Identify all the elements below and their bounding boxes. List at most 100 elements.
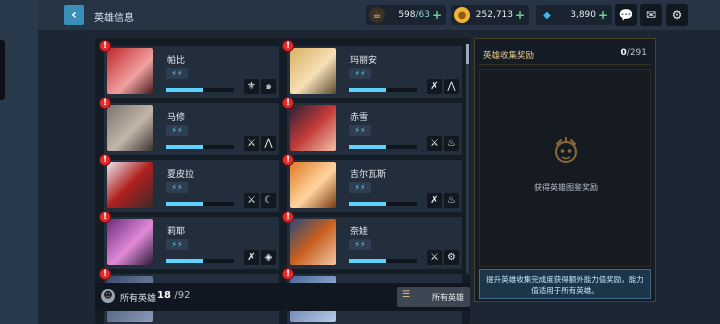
wing-icon: ⚜ [244,79,259,94]
star-badge: ⚡⚡ [349,182,371,193]
hero-name: 玛丽安 [350,56,378,66]
stamina-value: 598/63 [398,10,430,20]
star-badge: ⚡⚡ [349,125,371,136]
add-diamond-icon[interactable]: + [598,8,608,22]
filter-button[interactable]: ☰ 所有英雄 [397,287,470,307]
hero-name: 帕比 [167,56,186,66]
mail-button[interactable]: ✉ [640,4,662,26]
hero-portrait [290,162,336,208]
star-badge: ⚡⚡ [166,125,188,136]
scrollbar-thumb[interactable] [466,44,469,64]
left-bezel [0,0,38,324]
hero-progress-bar [349,145,417,149]
hero-card-marianne[interactable]: ! 玛丽安 ⚡⚡ ✗ ⋀ [282,40,462,98]
diamond-rune-icon: ◈ [261,250,276,265]
empty-reward-emblem-icon [555,137,577,163]
reward-count: 0/291 [620,48,647,58]
stamina-resource[interactable]: ☕ 598/63 + [366,5,446,25]
gold-value: 252,713 [475,10,513,20]
crossed-swords-icon: ⚔ [244,136,259,151]
alert-icon: ! [282,40,294,52]
coffee-cup-icon: ☕ [369,7,385,23]
chat-button[interactable]: 💬 [615,4,637,26]
top-bar: ‹ 英雄信息 ☕ 598/63 + ● 252,713 + ◆ 3,890 + … [38,0,720,30]
divider [479,64,651,65]
page-title: 英雄信息 [94,13,134,24]
moon-icon: ☾ [261,193,276,208]
alert-icon: ! [282,154,294,166]
alert-icon: ! [99,268,111,280]
crossed-swords-icon: ⚔ [427,250,442,265]
hero-portrait [107,219,153,265]
hero-progress-bar [166,202,234,206]
swirl-icon: ๑ [261,79,276,94]
settings-gear-icon: ⚙ [671,8,683,22]
hero-name: 奈娃 [350,227,369,237]
crossed-arrows-icon: ✗ [427,79,442,94]
hero-name: 赤雪 [350,113,369,123]
hero-card-pabi[interactable]: ! 帕比 ⚡⚡ ⚜ ๑ [99,40,279,98]
hero-progress-bar [349,88,417,92]
gold-coin-icon: ● [454,7,470,23]
alert-icon: ! [282,97,294,109]
flame-icon: ♨ [444,193,459,208]
hero-progress-bar [166,88,234,92]
hero-card-liye[interactable]: ! 莉耶 ⚡⚡ ✗ ◈ [99,211,279,269]
add-stamina-icon[interactable]: + [432,8,442,22]
hero-list-panel[interactable]: ! 帕比 ⚡⚡ ⚜ ๑ ! 玛丽安 ⚡⚡ ✗ ⋀ ! 马修 ⚡⚡ ⚔ ⋀ ! 赤… [95,38,470,324]
flame-icon: ♨ [444,136,459,151]
star-badge: ⚡⚡ [349,239,371,250]
reward-list: 获得英雄图鉴奖励 [479,69,651,267]
reward-description: 提升英雄收集完成度获得额外能力值奖励，能力值适用于所有英雄。 [479,269,651,299]
hero-progress-bar [349,202,417,206]
filter-icon: ☰ [402,290,411,300]
diamond-value: 3,890 [570,10,596,20]
hero-name: 吉尔瓦斯 [350,170,387,180]
filter-label: 所有英雄 [432,293,464,302]
reward-hint: 获得英雄图鉴奖励 [534,183,598,192]
hero-name: 马修 [167,113,186,123]
hero-portrait [290,105,336,151]
hero-name: 夏皮拉 [167,170,195,180]
gear-icon: ⚙ [444,250,459,265]
alert-icon: ! [99,154,111,166]
star-badge: ⚡⚡ [166,182,188,193]
hero-portrait [107,105,153,151]
mountain-icon: ⋀ [444,79,459,94]
gold-resource[interactable]: ● 252,713 + [451,5,529,25]
hero-card-chixue[interactable]: ! 赤雪 ⚡⚡ ⚔ ♨ [282,97,462,155]
footer-label: 所有英雄 [120,294,157,304]
alert-icon: ! [282,211,294,223]
hero-list-footer: ☻ 所有英雄 18 /92 ☰ 所有英雄 [95,283,470,311]
hero-portrait [290,219,336,265]
hero-name: 莉耶 [167,227,186,237]
diamond-resource[interactable]: ◆ 3,890 + [536,5,612,25]
crossed-swords-icon: ⚔ [427,136,442,151]
hero-count: 18 /92 [157,290,191,301]
crossed-swords-icon: ⚔ [244,193,259,208]
star-badge: ⚡⚡ [166,239,188,250]
phone-edge [0,40,5,100]
hero-progress-bar [166,145,234,149]
scrollbar-track[interactable] [466,44,469,274]
hero-card-mathew[interactable]: ! 马修 ⚡⚡ ⚔ ⋀ [99,97,279,155]
hero-card-shapira[interactable]: ! 夏皮拉 ⚡⚡ ⚔ ☾ [99,154,279,212]
alert-icon: ! [99,211,111,223]
alert-icon: ! [282,268,294,280]
back-button[interactable]: ‹ [64,5,84,25]
hero-emblem-icon: ☻ [101,289,115,303]
hero-progress-bar [166,259,234,263]
hero-card-naiwa[interactable]: ! 奈娃 ⚡⚡ ⚔ ⚙ [282,211,462,269]
diamond-icon: ◆ [543,9,551,21]
chat-icon: 💬 [618,8,634,22]
chevron-left-icon: ‹ [71,7,77,23]
star-badge: ⚡⚡ [349,68,371,79]
add-gold-icon[interactable]: + [515,8,525,22]
hero-progress-bar [349,259,417,263]
mountain-icon: ⋀ [261,136,276,151]
settings-button[interactable]: ⚙ [666,4,688,26]
star-badge: ⚡⚡ [166,68,188,79]
hero-card-jilwas[interactable]: ! 吉尔瓦斯 ⚡⚡ ✗ ♨ [282,154,462,212]
alert-icon: ! [99,40,111,52]
crossed-arrows-icon: ✗ [427,193,442,208]
